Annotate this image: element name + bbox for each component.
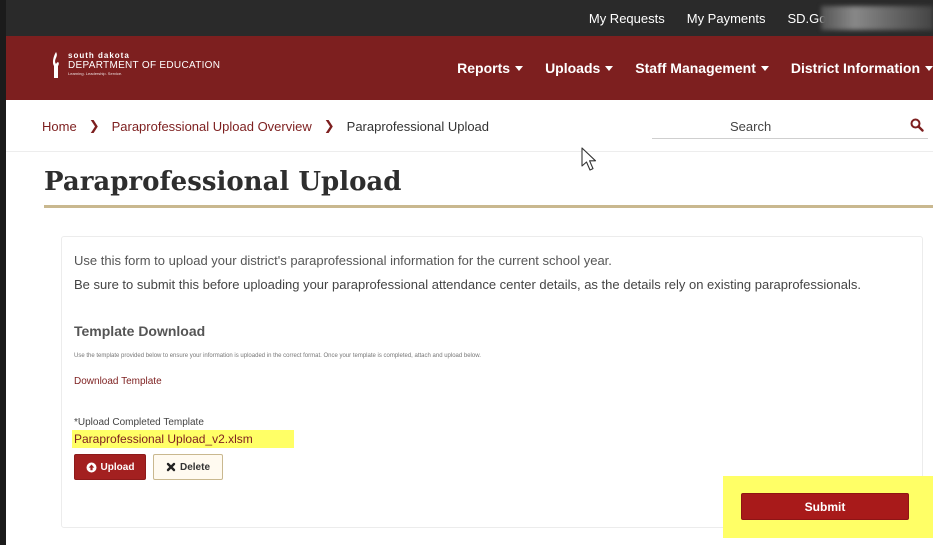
caret-down-icon bbox=[515, 65, 524, 71]
breadcrumb-current: Paraprofessional Upload bbox=[346, 118, 490, 134]
close-icon bbox=[166, 462, 176, 472]
search-box bbox=[652, 115, 928, 139]
logo-line-1: south dakota bbox=[68, 51, 130, 60]
instruction-text: Be sure to submit this before uploading … bbox=[74, 277, 861, 292]
logo-line-2: DEPARTMENT OF EDUCATION bbox=[68, 60, 221, 71]
nav-staff-management[interactable]: Staff Management bbox=[635, 60, 769, 76]
chevron-right-icon: ❯ bbox=[88, 118, 100, 133]
nav-district-information[interactable]: District Information bbox=[791, 60, 933, 76]
sd-doe-logo[interactable]: south dakota DEPARTMENT OF EDUCATION Lea… bbox=[50, 51, 220, 79]
flame-logo-icon bbox=[52, 52, 59, 78]
upload-circle-icon bbox=[86, 462, 97, 473]
nav-uploads[interactable]: Uploads bbox=[545, 60, 614, 76]
nav-uploads-label: Uploads bbox=[545, 60, 601, 76]
caret-down-icon bbox=[760, 65, 769, 71]
title-divider bbox=[44, 205, 933, 208]
logo-tagline: Learning. Leadership. Service. bbox=[68, 71, 123, 76]
page-title: Paraprofessional Upload bbox=[44, 167, 402, 197]
caret-down-icon bbox=[925, 65, 933, 71]
blurred-user-area bbox=[821, 6, 933, 30]
chevron-right-icon: ❯ bbox=[323, 118, 335, 133]
download-template-link[interactable]: Download Template bbox=[74, 376, 162, 387]
my-requests-link[interactable]: My Requests bbox=[589, 11, 665, 26]
delete-button-label: Delete bbox=[179, 461, 210, 473]
nav-district-information-label: District Information bbox=[790, 60, 920, 76]
logo-text: south dakota DEPARTMENT OF EDUCATION Lea… bbox=[68, 51, 220, 77]
nav-reports[interactable]: Reports bbox=[457, 60, 524, 76]
my-payments-link[interactable]: My Payments bbox=[687, 11, 766, 26]
page-frame: My Requests My Payments SD.Gov south dak… bbox=[6, 0, 933, 545]
mouse-pointer-icon bbox=[581, 147, 597, 171]
search-input[interactable] bbox=[652, 115, 902, 137]
utility-links: My Requests My Payments SD.Gov bbox=[567, 0, 833, 36]
upload-button-label: Upload bbox=[100, 461, 135, 473]
nav-staff-management-label: Staff Management bbox=[635, 60, 756, 76]
breadcrumb-home[interactable]: Home bbox=[42, 119, 77, 134]
breadcrumb: Home ❯ Paraprofessional Upload Overview … bbox=[42, 100, 489, 152]
template-download-heading: Template Download bbox=[74, 323, 206, 339]
selected-file-name[interactable]: Paraprofessional Upload_v2.xlsm bbox=[74, 432, 253, 446]
breadcrumb-overview[interactable]: Paraprofessional Upload Overview bbox=[112, 119, 312, 134]
upload-button[interactable]: Upload bbox=[74, 454, 146, 480]
search-icon[interactable] bbox=[910, 118, 924, 132]
delete-button[interactable]: Delete bbox=[153, 454, 223, 480]
utility-bar: My Requests My Payments SD.Gov bbox=[6, 0, 933, 36]
submit-button-label: Submit bbox=[804, 499, 846, 514]
main-nav-bar: south dakota DEPARTMENT OF EDUCATION Lea… bbox=[6, 36, 933, 100]
breadcrumb-row: Home ❯ Paraprofessional Upload Overview … bbox=[6, 100, 933, 152]
intro-text: Use this form to upload your district's … bbox=[74, 253, 612, 268]
submit-button[interactable]: Submit bbox=[741, 493, 909, 520]
nav-menu: Reports Uploads Staff Management Distric… bbox=[457, 36, 933, 100]
template-note: Use the template provided below to ensur… bbox=[74, 353, 481, 359]
nav-reports-label: Reports bbox=[457, 60, 511, 76]
upload-template-label: *Upload Completed Template bbox=[74, 417, 204, 428]
caret-down-icon bbox=[605, 65, 614, 71]
